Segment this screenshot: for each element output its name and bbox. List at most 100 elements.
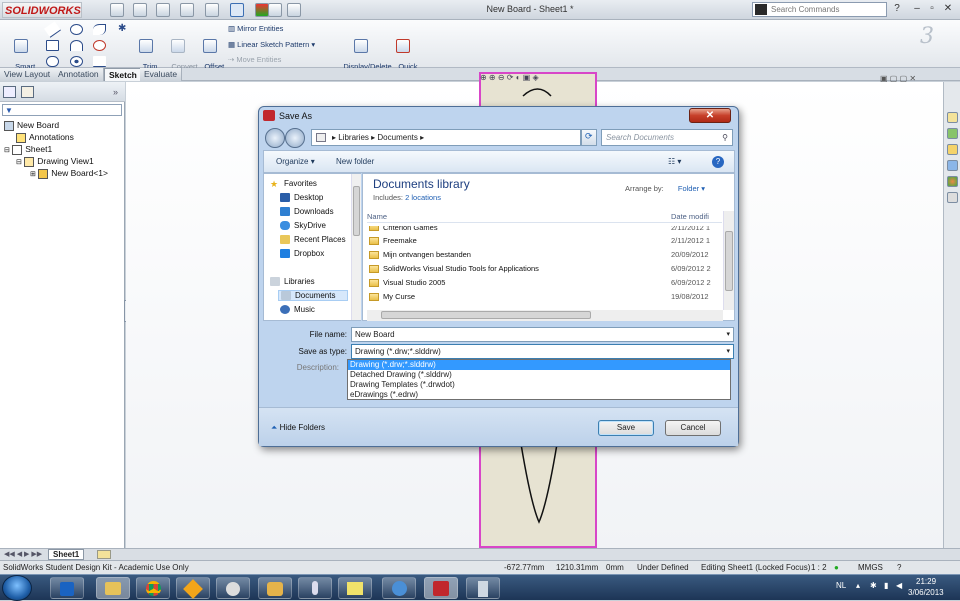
- design-library-icon[interactable]: [947, 128, 958, 139]
- file-properties-icon[interactable]: [268, 3, 282, 17]
- minimize-button[interactable]: –: [910, 3, 924, 16]
- microphone-taskbar-icon[interactable]: [298, 577, 332, 599]
- signal-icon[interactable]: ▮: [884, 581, 888, 590]
- file-explorer-icon[interactable]: [947, 144, 958, 155]
- viewport-controls[interactable]: ▣ ▢ ▢ ✕: [880, 74, 916, 83]
- tree-filter-input[interactable]: ▼: [2, 104, 122, 116]
- file-name-input[interactable]: New Board ▾: [351, 327, 734, 342]
- dialog-close-button[interactable]: ✕: [689, 108, 731, 123]
- file-row[interactable]: SolidWorks Visual Studio Tools for Appli…: [367, 262, 722, 276]
- open-icon[interactable]: [133, 3, 147, 17]
- type-option-detached[interactable]: Detached Drawing (*.slddrw): [348, 370, 730, 380]
- media-taskbar-icon[interactable]: [258, 577, 292, 599]
- outlook-taskbar-icon[interactable]: [50, 577, 84, 599]
- status-units[interactable]: MMGS: [858, 561, 883, 575]
- clock-time[interactable]: 21:29: [916, 577, 936, 586]
- close-button[interactable]: ✕: [941, 3, 955, 16]
- language-indicator[interactable]: NL: [836, 581, 846, 590]
- mirror-entities-button[interactable]: ▥ Mirror Entities: [228, 24, 283, 33]
- clock-date[interactable]: 3/06/2013: [908, 588, 944, 597]
- collapse-icon[interactable]: ⊟: [16, 159, 22, 166]
- point-tool-icon[interactable]: ✱: [118, 23, 126, 34]
- paint-taskbar-icon[interactable]: [216, 577, 250, 599]
- nav-favorites[interactable]: ★ Favorites: [270, 179, 317, 189]
- nav-downloads[interactable]: Downloads: [280, 207, 334, 217]
- network-icon[interactable]: ✱: [870, 581, 877, 590]
- add-sheet-icon[interactable]: [97, 550, 111, 559]
- type-option-drawing[interactable]: Drawing (*.drw;*.slddrw): [348, 360, 730, 370]
- save-icon[interactable]: [156, 3, 170, 17]
- solidworks-taskbar-icon[interactable]: [424, 577, 458, 599]
- sheet-tab[interactable]: Sheet1: [48, 549, 85, 560]
- collapse-icon[interactable]: ⊟: [4, 147, 10, 154]
- view-palette-icon[interactable]: [947, 160, 958, 171]
- type-option-edrawings[interactable]: eDrawings (*.edrw): [348, 390, 730, 400]
- ellipse-tool-icon[interactable]: [93, 40, 106, 51]
- move-entities-button[interactable]: ⇢ Move Entities: [228, 55, 281, 64]
- save-type-select[interactable]: Drawing (*.drw;*.slddrw) ▾: [351, 344, 734, 359]
- locations-link[interactable]: 2 locations: [405, 193, 441, 202]
- zoom-icons[interactable]: ⊕ ⊕ ⊖ ⟳ ◐ ▣ ◈: [480, 73, 539, 82]
- print-icon[interactable]: [180, 3, 194, 17]
- type-option-templates[interactable]: Drawing Templates (*.drwdot): [348, 380, 730, 390]
- file-list-hscrollbar[interactable]: [367, 310, 723, 321]
- column-name[interactable]: Name: [367, 212, 387, 221]
- nav-dropbox[interactable]: Dropbox: [280, 249, 324, 259]
- nav-music[interactable]: Music: [280, 305, 315, 315]
- breadcrumb-documents[interactable]: Documents: [377, 133, 417, 142]
- nav-desktop[interactable]: Desktop: [280, 193, 323, 203]
- heads-up-view-toolbar[interactable]: ⊕ ⊕ ⊖ ⟳ ◐ ▣ ◈: [480, 72, 600, 84]
- address-bar[interactable]: ▸ Libraries ▸ Documents ▸: [311, 129, 581, 146]
- tab-view-layout[interactable]: View Layout: [0, 68, 56, 81]
- tree-item-drawing-view[interactable]: ⊟ Drawing View1: [16, 156, 94, 167]
- nav-libraries[interactable]: Libraries: [270, 277, 315, 287]
- tree-item-root[interactable]: New Board: [4, 120, 59, 131]
- resources-icon[interactable]: [947, 112, 958, 123]
- arc-tool-icon[interactable]: [70, 40, 83, 51]
- tray-arrow-icon[interactable]: ▴: [856, 581, 860, 590]
- search-commands-input[interactable]: Search Commands: [752, 2, 887, 17]
- options-icon[interactable]: [287, 3, 301, 17]
- linear-pattern-button[interactable]: ▦ Linear Sketch Pattern ▾: [228, 40, 315, 49]
- tree-item-annotations[interactable]: Annotations: [16, 132, 74, 143]
- expand-panel-icon[interactable]: »: [113, 87, 118, 97]
- file-row[interactable]: My Curse 19/08/2012: [367, 290, 722, 304]
- breadcrumb-libraries[interactable]: Libraries: [338, 133, 369, 142]
- refresh-button[interactable]: ⟳: [581, 129, 597, 146]
- nav-documents[interactable]: Documents: [278, 290, 348, 302]
- file-row[interactable]: Freemake 2/11/2012 1: [367, 234, 722, 248]
- tree-item-sheet[interactable]: ⊟ Sheet1: [4, 144, 52, 155]
- rectangle-tool-icon[interactable]: [46, 40, 59, 51]
- back-button[interactable]: [265, 128, 285, 148]
- status-scale[interactable]: 1 : 2: [811, 561, 827, 575]
- circle-tool-icon[interactable]: [70, 24, 83, 35]
- file-row[interactable]: Mijn ontvangen bestanden 20/09/2012: [367, 248, 722, 262]
- property-manager-tab-icon[interactable]: [21, 86, 34, 98]
- organize-menu[interactable]: Organize ▾: [276, 151, 315, 172]
- chrome-taskbar-icon[interactable]: [136, 577, 170, 599]
- chevron-down-icon[interactable]: ▾: [726, 345, 730, 358]
- line-tool-icon[interactable]: [44, 21, 61, 38]
- slot-tool-icon[interactable]: [46, 56, 59, 67]
- new-folder-button[interactable]: New folder: [336, 151, 374, 172]
- select-icon[interactable]: [230, 3, 244, 17]
- dialog-title-bar[interactable]: Save As: [259, 107, 738, 125]
- explorer-taskbar-icon[interactable]: [96, 577, 130, 599]
- tree-item-component[interactable]: ⊞ New Board<1>: [30, 168, 108, 179]
- text-tool-icon[interactable]: [93, 56, 106, 67]
- chevron-down-icon[interactable]: ▾: [726, 328, 730, 341]
- sheet-nav-arrows[interactable]: ◀◀ ◀ ▶ ▶▶: [4, 550, 42, 558]
- nav-scrollbar[interactable]: [351, 174, 361, 320]
- tab-evaluate[interactable]: Evaluate: [140, 68, 183, 81]
- nav-recent-places[interactable]: Recent Places: [280, 235, 346, 245]
- file-row[interactable]: Criterion Games 2/11/2012 1: [367, 226, 722, 234]
- start-button[interactable]: [2, 575, 32, 601]
- search-documents-input[interactable]: Search Documents ⚲: [601, 129, 733, 146]
- appearances-icon[interactable]: [947, 176, 958, 187]
- polygon-tool-icon[interactable]: [70, 56, 83, 67]
- tab-sketch[interactable]: Sketch: [104, 68, 142, 81]
- spline-tool-icon[interactable]: [93, 24, 106, 35]
- disc-taskbar-icon[interactable]: [382, 577, 416, 599]
- undo-icon[interactable]: [205, 3, 219, 17]
- calculator-taskbar-icon[interactable]: [466, 577, 500, 599]
